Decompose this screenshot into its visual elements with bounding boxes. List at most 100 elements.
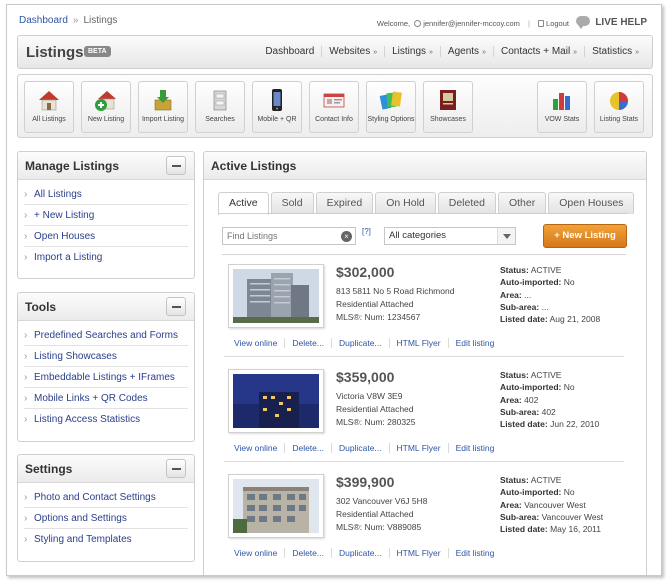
tab-deleted[interactable]: Deleted (437, 192, 496, 214)
listing-thumbnail[interactable] (228, 474, 324, 538)
sidebar-item-predefined-searches[interactable]: Predefined Searches and Forms (24, 325, 188, 346)
area-label: Area (500, 499, 519, 510)
html-flyer-link[interactable]: HTML Flyer (388, 443, 448, 453)
nav-contacts-mail[interactable]: Contacts + Mail» (492, 46, 584, 57)
sidebar-item-open-houses[interactable]: Open Houses (24, 226, 188, 247)
panel-title: Active Listings (211, 159, 297, 173)
category-select[interactable]: All categories (384, 227, 516, 245)
double-chevron-down-icon: » (573, 49, 578, 56)
nav-statistics[interactable]: Statistics» (584, 46, 646, 57)
area-label: Area (500, 394, 519, 405)
html-flyer-link[interactable]: HTML Flyer (388, 338, 448, 348)
logout-link[interactable]: Logout (546, 19, 569, 28)
view-online-link[interactable]: View online (234, 338, 284, 348)
collapse-minus-icon[interactable] (166, 459, 186, 478)
status-value: ACTIVE (530, 475, 562, 485)
icon-toolbar: All Listings New Listing Import Listing … (17, 74, 653, 138)
sidebar-item-mobile-links[interactable]: Mobile Links + QR Codes (24, 388, 188, 409)
delete-link[interactable]: Delete... (284, 338, 331, 348)
breadcrumb-separator: » (72, 15, 79, 26)
status-label: Status (500, 370, 526, 380)
nav-dashboard[interactable]: Dashboard (258, 46, 321, 57)
clear-search-icon[interactable]: × (341, 231, 352, 242)
tool-styling-options-button[interactable]: Styling Options (366, 81, 416, 133)
edit-listing-link[interactable]: Edit listing (447, 548, 502, 558)
main-nav: Dashboard Websites» Listings» Agents» Co… (258, 46, 646, 57)
tool-label: Listing Stats (599, 116, 639, 123)
edit-listing-link[interactable]: Edit listing (447, 338, 502, 348)
listing-tabs: Active Sold Expired On Hold Deleted Othe… (218, 192, 636, 215)
listing-photo (233, 374, 319, 428)
new-listing-button[interactable]: + New Listing (543, 224, 627, 248)
collapse-minus-icon[interactable] (166, 156, 186, 175)
nav-label: Contacts + Mail (500, 46, 571, 57)
sidebar-item-styling-templates[interactable]: Styling and Templates (24, 529, 188, 550)
tools-list: Predefined Searches and Forms Listing Sh… (18, 321, 194, 430)
sidebar-item-photo-contact-settings[interactable]: Photo and Contact Settings (24, 487, 188, 508)
divider (222, 254, 626, 255)
search-input[interactable] (223, 228, 335, 244)
tab-expired[interactable]: Expired (315, 192, 374, 214)
panel-header: Active Listings (204, 152, 646, 180)
tab-active[interactable]: Active (218, 192, 269, 215)
tab-open-houses[interactable]: Open Houses (548, 192, 635, 214)
manage-listings-panel: Manage Listings All Listings + New Listi… (17, 151, 195, 279)
listing-item: $399,900 302 Vancouver V6J 5H8 Residenti… (224, 470, 624, 570)
live-help-button[interactable]: LIVE HELP (576, 16, 647, 29)
sidebar-item-access-statistics[interactable]: Listing Access Statistics (24, 409, 188, 430)
nav-label: Statistics (592, 46, 633, 57)
sidebar-item-import-listing[interactable]: Import a Listing (24, 247, 188, 268)
sidebar-item-listing-showcases[interactable]: Listing Showcases (24, 346, 188, 367)
listing-actions: View online Delete... Duplicate... HTML … (234, 338, 501, 348)
view-online-link[interactable]: View online (234, 548, 284, 558)
tab-sold[interactable]: Sold (270, 192, 314, 214)
tool-listing-stats-button[interactable]: Listing Stats (594, 81, 644, 133)
tool-showcases-button[interactable]: Showcases (423, 81, 473, 133)
duplicate-link[interactable]: Duplicate... (330, 443, 389, 453)
welcome-bar: Welcome, jennifer@jennifer-mccoy.com | L… (377, 19, 569, 28)
duplicate-link[interactable]: Duplicate... (330, 548, 389, 558)
help-link[interactable]: [?] (362, 227, 371, 236)
tab-on-hold[interactable]: On Hold (375, 192, 436, 214)
tabs-underline (218, 213, 628, 214)
tool-contact-info-button[interactable]: Contact Info (309, 81, 359, 133)
panel-header: Tools (18, 293, 194, 321)
listing-thumbnail[interactable] (228, 369, 324, 433)
nav-agents[interactable]: Agents» (439, 46, 493, 57)
listed-date-label: Listed date (500, 314, 545, 325)
edit-listing-link[interactable]: Edit listing (447, 443, 502, 453)
tool-all-listings-button[interactable]: All Listings (24, 81, 74, 133)
status-value: ACTIVE (530, 265, 562, 275)
collapse-minus-icon[interactable] (166, 297, 186, 316)
tool-new-listing-button[interactable]: New Listing (81, 81, 131, 133)
tab-other[interactable]: Other (497, 192, 547, 214)
html-flyer-link[interactable]: HTML Flyer (388, 548, 448, 558)
duplicate-link[interactable]: Duplicate... (330, 338, 389, 348)
sub-area-label: Sub-area (500, 301, 537, 312)
divider (224, 461, 624, 462)
listing-thumbnail[interactable] (228, 264, 324, 328)
sidebar-item-new-listing[interactable]: + New Listing (24, 205, 188, 226)
nav-websites[interactable]: Websites» (321, 46, 384, 57)
sidebar-item-embeddable-listings[interactable]: Embeddable Listings + IFrames (24, 367, 188, 388)
sub-area-label: Sub-area (500, 511, 537, 522)
breadcrumb-dashboard-link[interactable]: Dashboard (19, 15, 68, 26)
view-online-link[interactable]: View online (234, 443, 284, 453)
status-value: ACTIVE (530, 370, 562, 380)
delete-link[interactable]: Delete... (284, 548, 331, 558)
delete-link[interactable]: Delete... (284, 443, 331, 453)
panel-title: Manage Listings (25, 159, 120, 173)
sidebar-item-options-settings[interactable]: Options and Settings (24, 508, 188, 529)
page-title: Listings (26, 44, 84, 61)
listing-item: $302,000 813 5811 No 5 Road Richmond Res… (224, 260, 624, 360)
tool-mobile-qr-button[interactable]: Mobile + QR (252, 81, 302, 133)
sidebar-item-all-listings[interactable]: All Listings (24, 184, 188, 205)
sub-area-label: Sub-area (500, 406, 537, 417)
bar-chart-icon (553, 93, 570, 110)
sub-area-value: ... (541, 301, 549, 312)
tool-searches-button[interactable]: Searches (195, 81, 245, 133)
tool-import-listing-button[interactable]: Import Listing (138, 81, 188, 133)
listing-mls: MLS®: Num: V889085 (336, 522, 422, 532)
nav-listings[interactable]: Listings» (384, 46, 440, 57)
tool-vow-stats-button[interactable]: VOW Stats (537, 81, 587, 133)
